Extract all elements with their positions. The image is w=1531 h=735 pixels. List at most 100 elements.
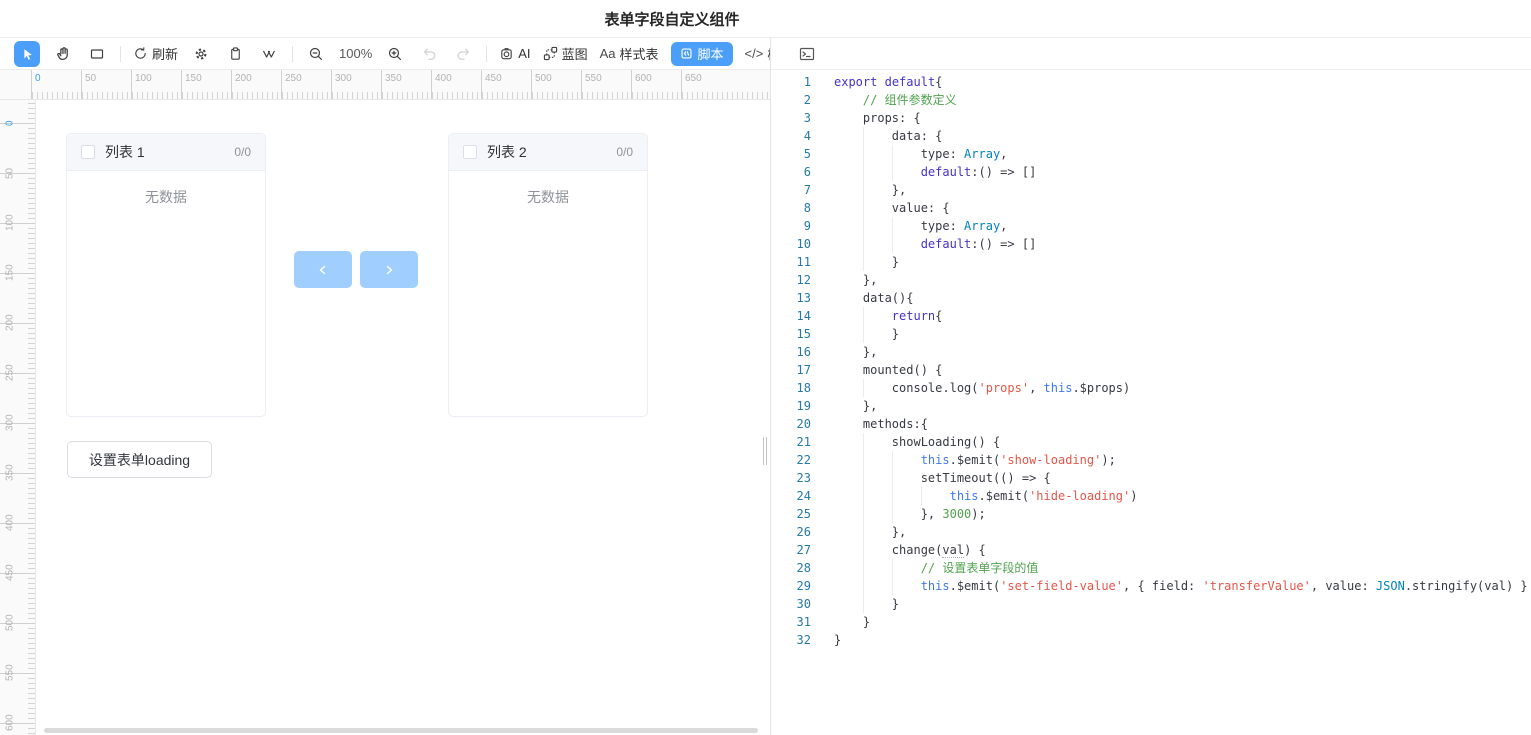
indent-guide [863,199,864,217]
move-right-button[interactable] [360,251,418,288]
ruler-label: 250 [4,353,16,393]
code-line[interactable]: 10 default:() => [] [771,235,1531,253]
page-title: 表单字段自定义组件 [604,8,739,29]
refresh-button[interactable]: 刷新 [133,44,178,63]
ruler-label: 300 [4,403,16,443]
code-line[interactable]: 25 }, 3000); [771,505,1531,523]
transfer-panel-title: 列表 2 [487,142,527,162]
code-line[interactable]: 1export default{ [771,73,1531,91]
code-line[interactable]: 6 default:() => [] [771,163,1531,181]
line-number: 14 [771,307,811,325]
ruler-label: 600 [4,703,16,735]
marquee-tool-button[interactable] [86,43,108,65]
indent-guide [863,451,864,469]
undo-button[interactable] [418,43,440,65]
code-line[interactable]: 3 props: { [771,109,1531,127]
code-line[interactable]: 22 this.$emit('show-loading'); [771,451,1531,469]
code-line[interactable]: 19 }, [771,397,1531,415]
ruler-label: 400 [4,503,16,543]
ruler-label: 200 [4,303,16,343]
code-line[interactable]: 20 methods:{ [771,415,1531,433]
select-all-checkbox[interactable] [81,145,95,159]
transfer-panel-target[interactable]: 列表 2 0/0 无数据 [448,133,648,417]
transfer-panel-header: 列表 1 0/0 [67,134,265,171]
code-line[interactable]: 2 // 组件参数定义 [771,91,1531,109]
skew-tool-button[interactable] [258,43,280,65]
script-tab-button[interactable]: 脚本 [671,42,733,66]
terminal-icon[interactable] [799,46,815,62]
ai-button[interactable]: AI [499,46,530,61]
line-number: 7 [771,181,811,199]
code-line[interactable]: 17 mounted() { [771,361,1531,379]
ruler-label: 250 [285,73,302,84]
redo-button[interactable] [452,43,474,65]
line-number: 12 [771,271,811,289]
clipboard-button[interactable] [224,43,246,65]
code-line[interactable]: 4 data: { [771,127,1531,145]
code-line[interactable]: 11 } [771,253,1531,271]
transfer-panel-count: 0/0 [616,145,633,159]
pane-resize-handle[interactable] [763,437,769,465]
code-line[interactable]: 8 value: { [771,199,1531,217]
pan-tool-button[interactable] [52,43,74,65]
transfer-panel-source[interactable]: 列表 1 0/0 无数据 [66,133,266,417]
code-line[interactable]: 29 this.$emit('set-field-value', { field… [771,577,1531,595]
select-all-checkbox[interactable] [463,145,477,159]
ruler-ticks [32,92,770,99]
zoom-out-icon [308,46,324,62]
code-line[interactable]: 13 data(){ [771,289,1531,307]
ruler-label: 400 [435,73,452,84]
code-line[interactable]: 21 showLoading() { [771,433,1531,451]
ruler-vertical: 050100150200250300350400450500550600 [0,100,36,735]
line-number: 1 [771,73,811,91]
indent-guide [892,559,893,577]
set-form-loading-button[interactable]: 设置表单loading [67,441,212,478]
code-line[interactable]: 7 }, [771,181,1531,199]
code-line[interactable]: 26 }, [771,523,1531,541]
select-tool-button[interactable] [14,41,40,67]
code-editor[interactable]: 1export default{2 // 组件参数定义3 props: {4 d… [771,70,1531,732]
code-line[interactable]: 14 return{ [771,307,1531,325]
blueprint-button[interactable]: 蓝图 [543,44,588,63]
line-number: 30 [771,595,811,613]
code-line[interactable]: 27 change(val) { [771,541,1531,559]
code-line[interactable]: 15 } [771,325,1531,343]
code-line[interactable]: 30 } [771,595,1531,613]
canvas-horizontal-scrollbar[interactable] [44,728,758,733]
zoom-in-button[interactable] [384,43,406,65]
code-line[interactable]: 16 }, [771,343,1531,361]
indent-guide [863,127,864,145]
ruler-label: 150 [4,253,16,293]
title-bar: 表单字段自定义组件 [0,0,1531,38]
zoom-in-icon [387,46,403,62]
settings-button[interactable] [190,43,212,65]
line-number: 10 [771,235,811,253]
line-number: 4 [771,127,811,145]
stylesheet-label: 样式表 [619,44,658,63]
code-line[interactable]: 5 type: Array, [771,145,1531,163]
zoom-out-button[interactable] [305,43,327,65]
code-line[interactable]: 18 console.log('props', this.$props) [771,379,1531,397]
designer-toolbar: 刷新 100% AI 蓝图 Aa 样式表 脚本 </> 模板 [0,38,770,70]
ruler-label: 600 [635,73,652,84]
line-number: 31 [771,613,811,631]
ruler-label: 50 [85,73,96,84]
clipboard-icon [228,46,243,61]
code-line[interactable]: 32} [771,631,1531,649]
code-line[interactable]: 24 this.$emit('hide-loading') [771,487,1531,505]
code-line[interactable]: 9 type: Array, [771,217,1531,235]
ruler-label: 500 [535,73,552,84]
code-line[interactable]: 23 setTimeout(() => { [771,469,1531,487]
stylesheet-button[interactable]: Aa 样式表 [600,44,659,63]
code-line[interactable]: 12 }, [771,271,1531,289]
move-left-button[interactable] [294,251,352,288]
ruler-label: 150 [185,73,202,84]
indent-guide [863,379,864,397]
hand-icon [55,45,72,62]
line-number: 2 [771,91,811,109]
code-line[interactable]: 31 } [771,613,1531,631]
ruler-label: 450 [4,553,16,593]
code-line[interactable]: 28 // 设置表单字段的值 [771,559,1531,577]
empty-placeholder: 无数据 [449,171,647,207]
zoom-level[interactable]: 100% [339,46,372,61]
